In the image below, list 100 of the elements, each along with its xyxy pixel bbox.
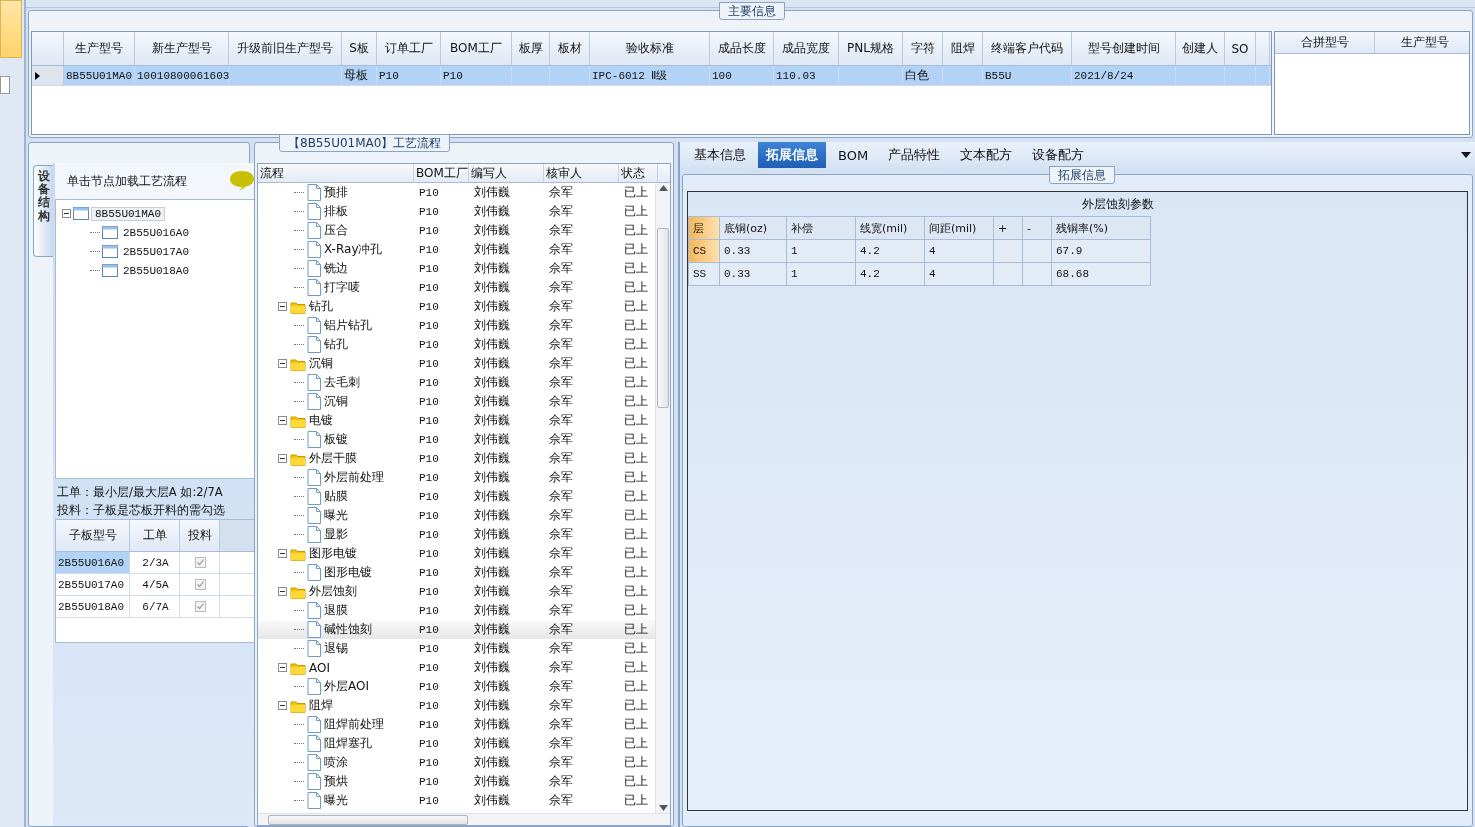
flow-row[interactable]: 钻孔 P10 刘伟巍 佘军 已上 bbox=[258, 335, 655, 354]
flow-row[interactable]: 沉铜 P10 刘伟巍 佘军 已上 bbox=[258, 392, 655, 411]
tab[interactable]: 基本信息 bbox=[686, 142, 754, 168]
checkbox[interactable] bbox=[195, 579, 206, 590]
flow-row[interactable]: 曝光 P10 刘伟巍 佘军 已上 bbox=[258, 791, 655, 810]
scrollbar-thumb[interactable] bbox=[268, 814, 468, 825]
scroll-down-icon[interactable] bbox=[658, 805, 668, 811]
column-header[interactable]: BOM工厂 bbox=[414, 164, 469, 182]
flow-row[interactable]: 曝光 P10 刘伟巍 佘军 已上 bbox=[258, 506, 655, 525]
collapse-toggle[interactable] bbox=[278, 587, 287, 596]
flow-row[interactable]: 外层干膜 P10 刘伟巍 佘军 已上 bbox=[258, 449, 655, 468]
column-header[interactable]: 订单工厂 bbox=[377, 32, 441, 65]
flow-row[interactable]: 外层蚀刻 P10 刘伟巍 佘军 已上 bbox=[258, 582, 655, 601]
column-header[interactable]: 层 bbox=[688, 216, 720, 240]
column-header[interactable]: 生产型号 bbox=[1375, 32, 1469, 53]
column-header[interactable]: - bbox=[1022, 216, 1052, 240]
flow-row[interactable]: 板镀 P10 刘伟巍 佘军 已上 bbox=[258, 430, 655, 449]
tab[interactable]: 产品特性 bbox=[880, 142, 949, 168]
column-header[interactable]: 子板型号 bbox=[56, 520, 130, 551]
column-header[interactable]: 线宽(mil) bbox=[855, 216, 925, 240]
collapse-toggle[interactable] bbox=[62, 209, 71, 218]
collapse-toggle[interactable] bbox=[278, 416, 287, 425]
flow-row[interactable]: 去毛刺 P10 刘伟巍 佘军 已上 bbox=[258, 373, 655, 392]
column-header[interactable]: 编写人 bbox=[469, 164, 544, 182]
flow-row[interactable]: 预排 P10 刘伟巍 佘军 已上 bbox=[258, 183, 655, 202]
table-cell[interactable]: 2B55U018A0 bbox=[56, 596, 130, 617]
dropdown-icon[interactable] bbox=[1461, 152, 1471, 158]
column-header[interactable]: + bbox=[993, 216, 1023, 240]
collapse-toggle[interactable] bbox=[278, 549, 287, 558]
column-header[interactable]: 阻焊 bbox=[943, 32, 983, 65]
column-header[interactable]: SO bbox=[1225, 32, 1256, 65]
collapse-toggle[interactable] bbox=[278, 663, 287, 672]
flow-row[interactable]: 铝片钻孔 P10 刘伟巍 佘军 已上 bbox=[258, 316, 655, 335]
flow-row[interactable]: 压合 P10 刘伟巍 佘军 已上 bbox=[258, 221, 655, 240]
flow-row[interactable]: 沉铜 P10 刘伟巍 佘军 已上 bbox=[258, 354, 655, 373]
column-header[interactable]: 验收标准 bbox=[590, 32, 710, 65]
column-header[interactable]: 字符 bbox=[903, 32, 943, 65]
tab[interactable]: 文本配方 bbox=[952, 142, 1021, 168]
side-button[interactable] bbox=[0, 76, 10, 94]
flow-row[interactable]: 阻焊 P10 刘伟巍 佘军 已上 bbox=[258, 696, 655, 715]
column-header[interactable]: 核审人 bbox=[544, 164, 619, 182]
column-header[interactable]: 终端客户代码 bbox=[983, 32, 1072, 65]
flow-row[interactable]: 显影 P10 刘伟巍 佘军 已上 bbox=[258, 525, 655, 544]
flow-row[interactable]: 阻焊塞孔 P10 刘伟巍 佘军 已上 bbox=[258, 734, 655, 753]
column-header[interactable]: S板 bbox=[342, 32, 377, 65]
column-header[interactable]: 工单 bbox=[130, 520, 180, 551]
column-header[interactable]: 生产型号 bbox=[64, 32, 135, 65]
flow-row[interactable]: 碱性蚀刻 P10 刘伟巍 佘军 已上 bbox=[258, 620, 655, 639]
flow-row[interactable]: 阻焊前处理 P10 刘伟巍 佘军 已上 bbox=[258, 715, 655, 734]
column-header[interactable]: 成品长度 bbox=[710, 32, 774, 65]
flow-row[interactable]: 钻孔 P10 刘伟巍 佘军 已上 bbox=[258, 297, 655, 316]
column-header[interactable]: 型号创建时间 bbox=[1072, 32, 1176, 65]
checkbox[interactable] bbox=[195, 557, 206, 568]
flow-row[interactable]: 贴膜 P10 刘伟巍 佘军 已上 bbox=[258, 487, 655, 506]
side-tab[interactable]: 设备结构 bbox=[33, 165, 53, 257]
flow-row[interactable]: X-Ray冲孔 P10 刘伟巍 佘军 已上 bbox=[258, 240, 655, 259]
flow-row[interactable]: 退膜 P10 刘伟巍 佘军 已上 bbox=[258, 601, 655, 620]
flow-row[interactable]: 退锡 P10 刘伟巍 佘军 已上 bbox=[258, 639, 655, 658]
table-cell[interactable]: 2B55U017A0 bbox=[56, 574, 130, 595]
column-header[interactable]: 成品宽度 bbox=[774, 32, 839, 65]
flow-row[interactable]: 电镀 P10 刘伟巍 佘军 已上 bbox=[258, 411, 655, 430]
scroll-up-icon[interactable] bbox=[658, 185, 668, 191]
flow-row[interactable]: 外层前处理 P10 刘伟巍 佘军 已上 bbox=[258, 468, 655, 487]
column-header[interactable]: 升级前旧生产型号 bbox=[229, 32, 342, 65]
flow-row[interactable]: 排板 P10 刘伟巍 佘军 已上 bbox=[258, 202, 655, 221]
column-header[interactable]: 合拼型号 bbox=[1275, 32, 1375, 53]
column-header[interactable]: BOM工厂 bbox=[441, 32, 512, 65]
row-header[interactable]: CS bbox=[688, 239, 720, 263]
flow-row[interactable]: 铣边 P10 刘伟巍 佘军 已上 bbox=[258, 259, 655, 278]
flow-row[interactable]: 图形电镀 P10 刘伟巍 佘军 已上 bbox=[258, 563, 655, 582]
column-header[interactable]: 间距(mil) bbox=[924, 216, 994, 240]
scrollbar-thumb[interactable] bbox=[657, 228, 669, 408]
flow-row[interactable]: 喷涂 P10 刘伟巍 佘军 已上 bbox=[258, 753, 655, 772]
column-header[interactable]: 新生产型号 bbox=[135, 32, 229, 65]
checkbox[interactable] bbox=[195, 601, 206, 612]
table-row[interactable]: 8B55U01MA0 10010800061603 母板 P10 P10 IPC-6012 Ⅱ级 100 110.03 白色 B55U 2021/8/24 bbox=[32, 66, 1271, 86]
flow-row[interactable]: 打字唛 P10 刘伟巍 佘军 已上 bbox=[258, 278, 655, 297]
tree-node[interactable]: 2B55U018A0 bbox=[120, 264, 192, 277]
column-header[interactable]: 残铜率(%) bbox=[1051, 216, 1151, 240]
tree-node[interactable]: 2B55U016A0 bbox=[120, 226, 192, 239]
tab[interactable]: 设备配方 bbox=[1024, 142, 1093, 168]
collapse-toggle[interactable] bbox=[278, 701, 287, 710]
column-header[interactable]: 状态 bbox=[619, 164, 658, 182]
tab[interactable]: 拓展信息 bbox=[758, 142, 826, 168]
row-header[interactable]: SS bbox=[688, 262, 720, 286]
column-header[interactable]: 补偿 bbox=[786, 216, 856, 240]
table-cell[interactable]: 2B55U016A0 bbox=[56, 552, 130, 573]
tab[interactable]: BOM bbox=[830, 142, 877, 168]
column-header[interactable]: 板材 bbox=[550, 32, 590, 65]
tree-node[interactable]: 8B55U01MA0 bbox=[91, 206, 165, 221]
flow-row[interactable]: 图形电镀 P10 刘伟巍 佘军 已上 bbox=[258, 544, 655, 563]
collapse-toggle[interactable] bbox=[278, 359, 287, 368]
flow-row[interactable]: AOI P10 刘伟巍 佘军 已上 bbox=[258, 658, 655, 677]
column-header[interactable]: PNL规格 bbox=[839, 32, 903, 65]
collapse-toggle[interactable] bbox=[278, 454, 287, 463]
collapse-toggle[interactable] bbox=[278, 302, 287, 311]
column-header[interactable]: 板厚 bbox=[512, 32, 550, 65]
column-header[interactable]: 流程 bbox=[258, 164, 414, 182]
flow-row[interactable]: 外层AOI P10 刘伟巍 佘军 已上 bbox=[258, 677, 655, 696]
flow-row[interactable]: 预烘 P10 刘伟巍 佘军 已上 bbox=[258, 772, 655, 791]
